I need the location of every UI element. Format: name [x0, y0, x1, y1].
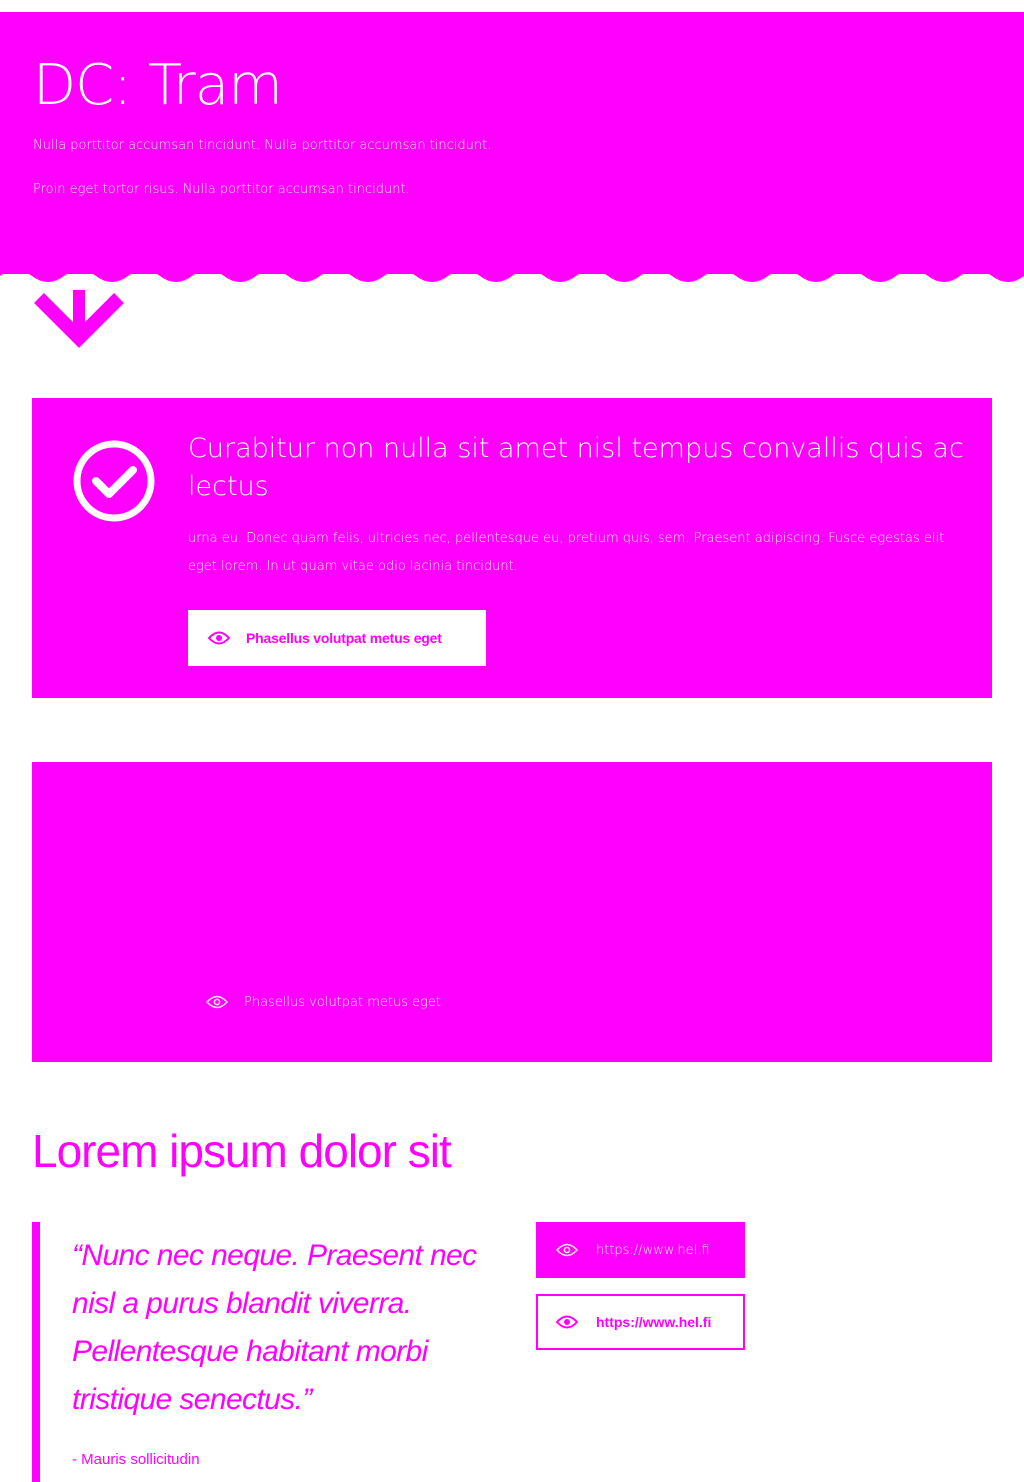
link-label: https://www.hel.fi — [596, 1242, 710, 1258]
link-button-outline[interactable]: https://www.hel.fi — [536, 1294, 745, 1350]
hero-paragraph: Nulla porttitor accumsan tincidunt. Null… — [33, 138, 492, 153]
check-circle-icon — [73, 440, 155, 522]
quote-author: - Mauris sollicitudin — [72, 1451, 200, 1468]
card-text: urna eu. Donec quam felis, ultricies nec… — [188, 531, 945, 574]
eye-icon — [556, 1315, 578, 1329]
card-action-button[interactable]: Phasellus volutpat metus eget — [188, 610, 486, 666]
quote-bar — [32, 1222, 40, 1482]
page-title: DC: Tram — [33, 53, 283, 118]
hero-wave-edge — [0, 264, 1024, 282]
card-link[interactable]: Phasellus volutpat metus eget — [206, 988, 441, 1016]
eye-icon — [208, 631, 230, 645]
link-label: Phasellus volutpat metus eget — [244, 994, 442, 1010]
card-title: Curabitur non nulla sit amet nisl tempus… — [188, 433, 964, 502]
media-card — [32, 762, 992, 1062]
arrow-down-icon — [34, 290, 124, 348]
button-label: Phasellus volutpat metus eget — [246, 630, 442, 646]
link-button-filled[interactable]: https://www.hel.fi — [536, 1222, 745, 1278]
quote-text: “Nunc nec neque. Praesent nec nisl a pur… — [72, 1239, 477, 1416]
section-title: Lorem ipsum dolor sit — [32, 1125, 452, 1177]
eye-icon — [556, 1243, 578, 1257]
link-label: https://www.hel.fi — [596, 1314, 712, 1330]
eye-icon — [206, 995, 228, 1009]
hero-paragraph: Proin eget tortor risus. Nulla porttitor… — [33, 182, 410, 197]
